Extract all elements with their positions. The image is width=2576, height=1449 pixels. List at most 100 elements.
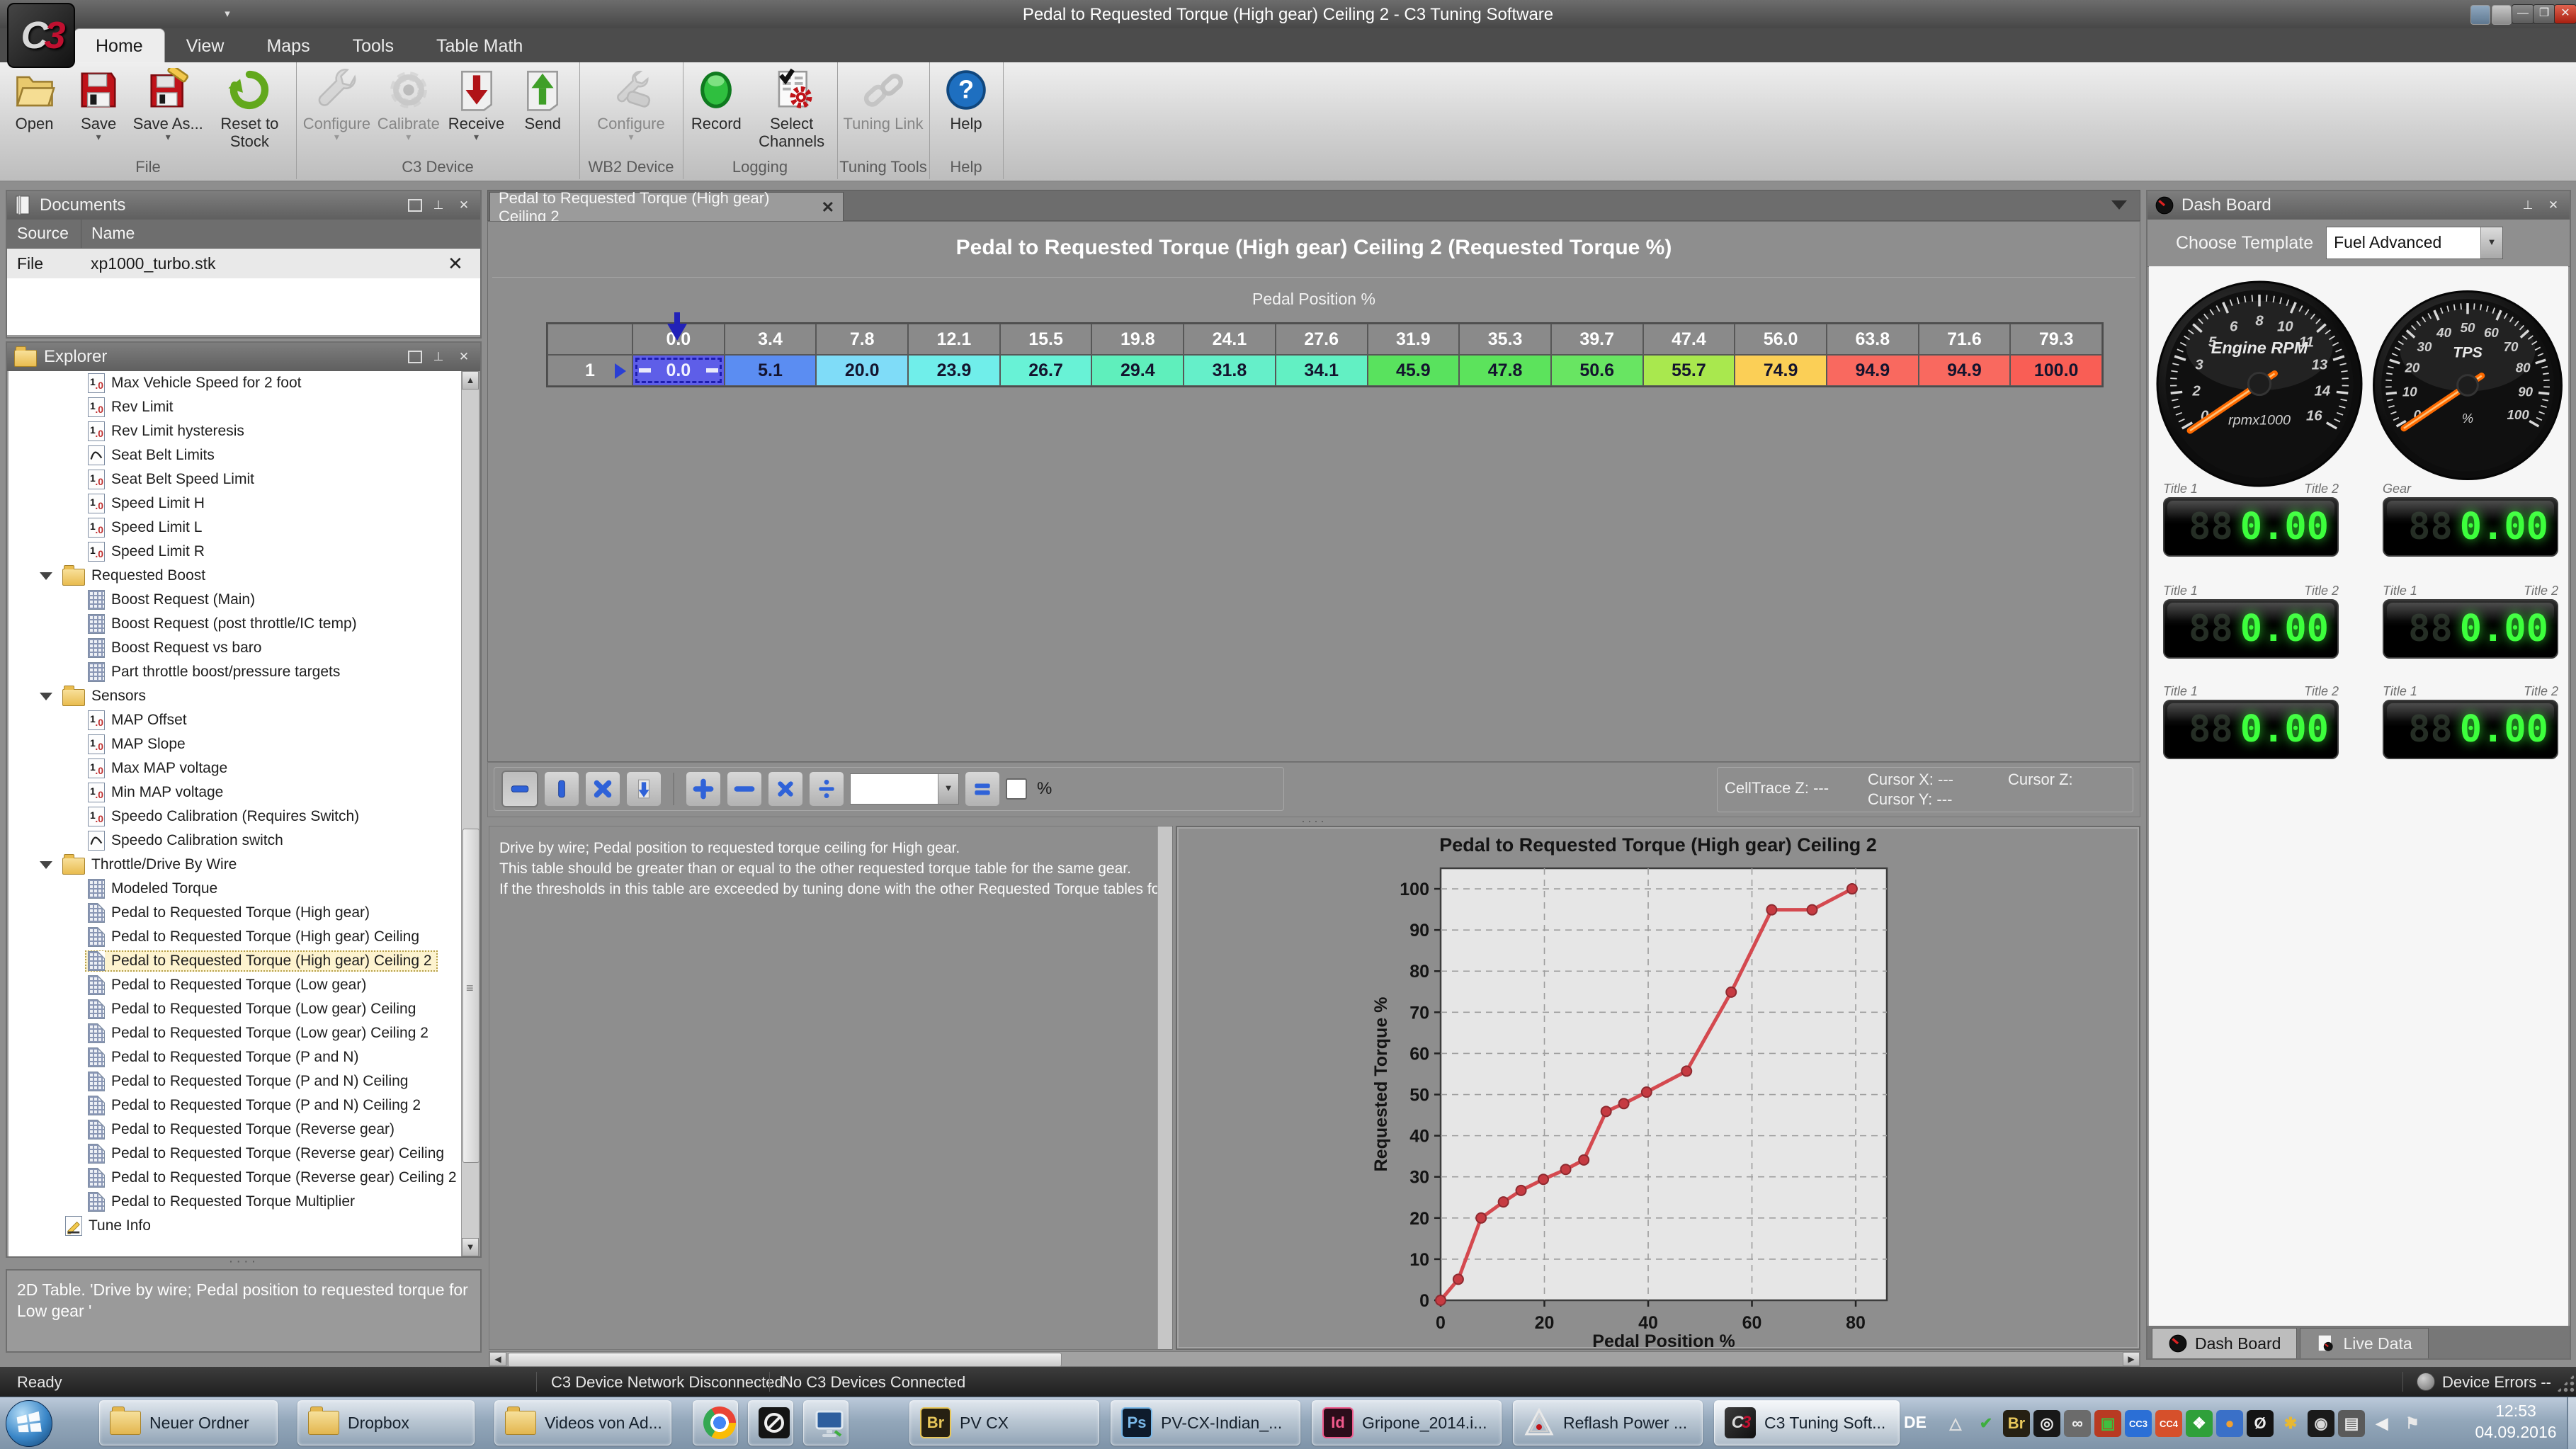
column-mode-button[interactable]	[544, 771, 579, 807]
table-cell[interactable]: 50.6	[1551, 355, 1643, 386]
taskbar-dropbox[interactable]: Dropbox	[297, 1400, 475, 1445]
column-header-cell[interactable]: 31.9	[1368, 324, 1460, 355]
table-cell[interactable]: 29.4	[1091, 355, 1184, 386]
tree-item[interactable]: Pedal to Requested Torque (Reverse gear)…	[8, 1166, 465, 1190]
float-panel-icon[interactable]	[408, 351, 422, 363]
scroll-up-icon[interactable]: ▲	[462, 371, 479, 390]
horizontal-scrollbar[interactable]: ◀ ▶	[489, 1351, 2140, 1367]
explorer-scrollbar[interactable]: ▲ ▼	[461, 371, 479, 1256]
table-cell[interactable]: 94.9	[1919, 355, 2011, 386]
column-header-cell[interactable]: 71.6	[1919, 324, 2011, 355]
taskbar-neuer-ordner[interactable]: Neuer Ordner	[99, 1400, 278, 1445]
help-button[interactable]: ?Help	[936, 68, 996, 132]
tray-bridge-icon[interactable]: Br	[2003, 1410, 2030, 1437]
taskbar-videos[interactable]: Videos von Ad...	[494, 1400, 671, 1445]
menu-tab-maps[interactable]: Maps	[245, 29, 331, 63]
tree-item[interactable]: 1.0MAP Offset	[8, 708, 465, 732]
pin-panel-icon[interactable]: ⊥	[2519, 196, 2537, 215]
receive-button[interactable]: Receive▾	[447, 68, 506, 141]
column-header-cell[interactable]: 47.4	[1643, 324, 1735, 355]
tray-cc3-icon[interactable]: CC3	[2125, 1410, 2152, 1437]
scrollbar-thumb[interactable]	[463, 829, 480, 1163]
percent-checkbox[interactable]	[1006, 778, 1027, 800]
tree-item[interactable]: Part throttle boost/pressure targets	[8, 660, 465, 684]
tree-item[interactable]: 1.0Min MAP voltage	[8, 780, 465, 805]
tray-cc4-icon[interactable]: CC4	[2155, 1410, 2182, 1437]
column-header-cell[interactable]: 63.8	[1827, 324, 1919, 355]
tree-item[interactable]: Requested Boost	[8, 564, 465, 588]
dashboard-tab-dash-board[interactable]: Dash Board	[2152, 1328, 2297, 1358]
taskbar-media-app[interactable]	[748, 1400, 793, 1445]
taskbar-bridge[interactable]: BrPV CX	[909, 1400, 1099, 1445]
tray-java-icon[interactable]: ●	[2216, 1410, 2243, 1437]
paste-down-button[interactable]	[626, 771, 662, 807]
remove-document-icon[interactable]: ✕	[448, 253, 480, 275]
tree-item[interactable]: 1.0Max MAP voltage	[8, 756, 465, 780]
table-cell[interactable]: 0.0	[632, 355, 725, 386]
float-panel-icon[interactable]	[408, 199, 422, 212]
description-scrollbar[interactable]	[1157, 826, 1172, 1349]
tree-item[interactable]: Pedal to Requested Torque Multiplier	[8, 1190, 465, 1214]
tray-reflash-icon[interactable]: △	[1942, 1410, 1969, 1437]
subtract-button[interactable]	[727, 771, 762, 807]
value-combobox-field[interactable]	[851, 774, 938, 804]
table-cell[interactable]: 74.9	[1735, 355, 1827, 386]
menu-tab-view[interactable]: View	[165, 29, 246, 63]
tree-item[interactable]: 1.0MAP Slope	[8, 732, 465, 756]
tray-bee-icon[interactable]: ✱	[2277, 1410, 2304, 1437]
tree-item[interactable]: 1.0Speed Limit H	[8, 491, 465, 516]
tree-item[interactable]: Pedal to Requested Torque (Low gear)	[8, 973, 465, 997]
menu-tab-table-math[interactable]: Table Math	[415, 29, 544, 63]
tree-item[interactable]: 1.0Max Vehicle Speed for 2 foot	[8, 371, 465, 395]
value-combobox[interactable]: ▼	[850, 773, 959, 805]
tray-usb-safe-icon[interactable]: ✔	[1973, 1410, 1999, 1437]
tray-updates-icon[interactable]: ❖	[2186, 1410, 2213, 1437]
tree-item[interactable]: Pedal to Requested Torque (Reverse gear)…	[8, 1142, 465, 1166]
table-cell[interactable]: 45.9	[1368, 355, 1460, 386]
table-cell[interactable]: 55.7	[1643, 355, 1735, 386]
tray-audio-icon[interactable]: Ø	[2247, 1410, 2274, 1437]
tree-item[interactable]: Speedo Calibration switch	[8, 829, 465, 853]
table-cell[interactable]: 26.7	[1000, 355, 1092, 386]
table-cell[interactable]: 20.0	[816, 355, 908, 386]
column-header-cell[interactable]: 15.5	[1000, 324, 1092, 355]
column-header-cell[interactable]: 3.4	[725, 324, 817, 355]
chevron-down-icon[interactable]	[40, 572, 52, 580]
row-mode-button[interactable]	[501, 771, 538, 807]
tree-item[interactable]: 1.0Speed Limit L	[8, 516, 465, 540]
tree-item[interactable]: Pedal to Requested Torque (P and N) Ceil…	[8, 1093, 465, 1118]
column-header-cell[interactable]: 24.1	[1184, 324, 1276, 355]
tray-display-icon[interactable]: ▣	[2094, 1410, 2121, 1437]
template-select[interactable]: Fuel Advanced ▼	[2326, 227, 2503, 259]
panel-splitter[interactable]: ····	[6, 1258, 482, 1269]
tree-item[interactable]: Boost Request (Main)	[8, 588, 465, 612]
column-header-cell[interactable]: 12.1	[908, 324, 1000, 355]
close-panel-icon[interactable]: ✕	[2544, 196, 2563, 215]
taskbar-photoshop[interactable]: PsPV-CX-Indian_...	[1111, 1400, 1300, 1445]
record-button[interactable]: Record	[686, 68, 746, 132]
tree-item[interactable]: Boost Request vs baro	[8, 636, 465, 660]
tray-creative-cloud-icon[interactable]: ∞	[2064, 1410, 2091, 1437]
chevron-down-icon[interactable]	[40, 693, 52, 700]
tree-item[interactable]: Pedal to Requested Torque (High gear) Ce…	[8, 925, 465, 949]
chevron-down-icon[interactable]: ▼	[938, 774, 958, 804]
select-channels-button[interactable]: Select Channels	[750, 68, 834, 150]
save-as--button[interactable]: Save As...▾	[133, 68, 203, 141]
language-indicator[interactable]: DE	[1904, 1413, 1927, 1432]
chevron-down-icon[interactable]: ▼	[2480, 227, 2502, 258]
tree-item[interactable]: 1.0Rev Limit hysteresis	[8, 419, 465, 443]
tree-item[interactable]: Seat Belt Limits	[8, 443, 465, 467]
reset-to-stock-button[interactable]: Reset to Stock	[208, 68, 291, 150]
table-cell[interactable]: 94.9	[1827, 355, 1919, 386]
tree-item[interactable]: Pedal to Requested Torque (High gear)	[8, 901, 465, 925]
table-cell[interactable]: 5.1	[725, 355, 817, 386]
tray-alarm-icon[interactable]: ◉	[2308, 1410, 2334, 1437]
tree-item[interactable]: 1.0Rev Limit	[8, 395, 465, 419]
divide-button[interactable]	[809, 771, 844, 807]
save-button[interactable]: Save▾	[69, 68, 128, 141]
show-desktop-button[interactable]	[2567, 1397, 2576, 1449]
tree-item[interactable]: Pedal to Requested Torque (Low gear) Cei…	[8, 997, 465, 1021]
close-tab-icon[interactable]: ✕	[822, 198, 834, 217]
tree-item[interactable]: Modeled Torque	[8, 877, 465, 901]
tree-item[interactable]: Tune Info	[8, 1214, 465, 1238]
